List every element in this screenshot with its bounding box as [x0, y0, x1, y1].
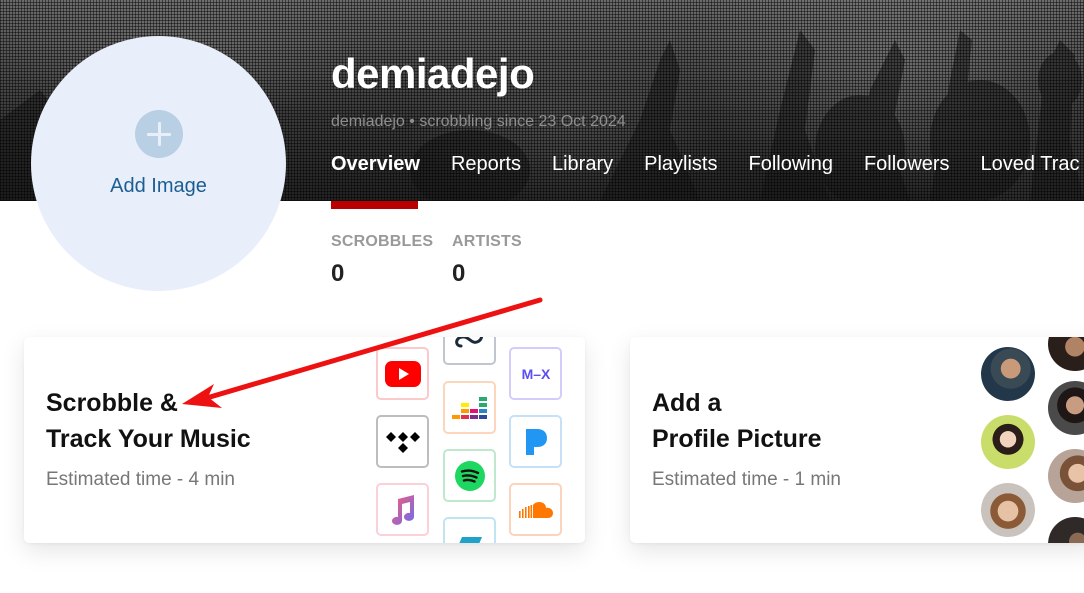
add-image-button[interactable]: Add Image	[31, 36, 286, 291]
add-image-label: Add Image	[110, 174, 207, 197]
sample-avatar	[981, 415, 1035, 469]
tab-overview[interactable]: Overview	[331, 153, 420, 176]
stat-label: ARTISTS	[452, 233, 522, 250]
active-tab-indicator	[331, 201, 418, 209]
profile-page: Add Image demiadejo demiadejo • scrobbli…	[0, 0, 1084, 593]
tab-following[interactable]: Following	[748, 153, 832, 176]
sample-avatar	[1048, 381, 1084, 435]
svg-text:M–X: M–X	[521, 366, 550, 382]
tab-followers[interactable]: Followers	[864, 153, 950, 176]
add-profile-picture-card[interactable]: Add a Profile Picture Estimated time - 1…	[630, 337, 1084, 543]
card-estimated-time: Estimated time - 4 min	[46, 469, 235, 490]
apple-music-icon	[376, 483, 429, 536]
scrobble-track-card[interactable]: Scrobble & Track Your Music Estimated ti…	[24, 337, 585, 543]
stat-label: SCROBBLES	[331, 233, 434, 250]
card-title-line: Track Your Music	[46, 425, 251, 453]
service-icon-cropped	[443, 337, 496, 365]
sample-avatar	[1048, 449, 1084, 503]
soundcloud-icon	[509, 483, 562, 536]
plus-icon	[134, 109, 183, 158]
sample-avatar	[981, 347, 1035, 401]
deezer-icon	[443, 381, 496, 434]
tab-loved-tracks[interactable]: Loved Trac	[981, 153, 1080, 176]
profile-subtitle: demiadejo • scrobbling since 23 Oct 2024	[331, 113, 626, 130]
profile-nav-tabs: Overview Reports Library Playlists Follo…	[331, 153, 1084, 176]
card-estimated-time: Estimated time - 1 min	[652, 469, 841, 490]
mx-icon: M–X	[509, 347, 562, 400]
stat-value: 0	[452, 260, 466, 287]
tidal-icon	[376, 415, 429, 468]
service-icon-cropped	[443, 517, 496, 543]
tab-reports[interactable]: Reports	[451, 153, 521, 176]
pandora-icon	[509, 415, 562, 468]
stat-artists[interactable]: ARTISTS 0	[452, 233, 522, 288]
tab-library[interactable]: Library	[552, 153, 613, 176]
spotify-icon	[443, 449, 496, 502]
page-title: demiadejo	[331, 50, 535, 97]
stat-scrobbles[interactable]: SCROBBLES 0	[331, 233, 433, 288]
card-title: Add a Profile Picture	[652, 385, 822, 457]
card-title-line: Add a	[652, 389, 722, 417]
tab-playlists[interactable]: Playlists	[644, 153, 717, 176]
sample-avatar	[981, 483, 1035, 537]
sample-avatar	[1048, 517, 1084, 543]
card-title-line: Profile Picture	[652, 425, 822, 453]
stat-value: 0	[331, 260, 345, 287]
card-title: Scrobble & Track Your Music	[46, 385, 251, 457]
sample-avatar	[1048, 337, 1084, 371]
youtube-icon	[376, 347, 429, 400]
card-title-line: Scrobble &	[46, 389, 178, 417]
